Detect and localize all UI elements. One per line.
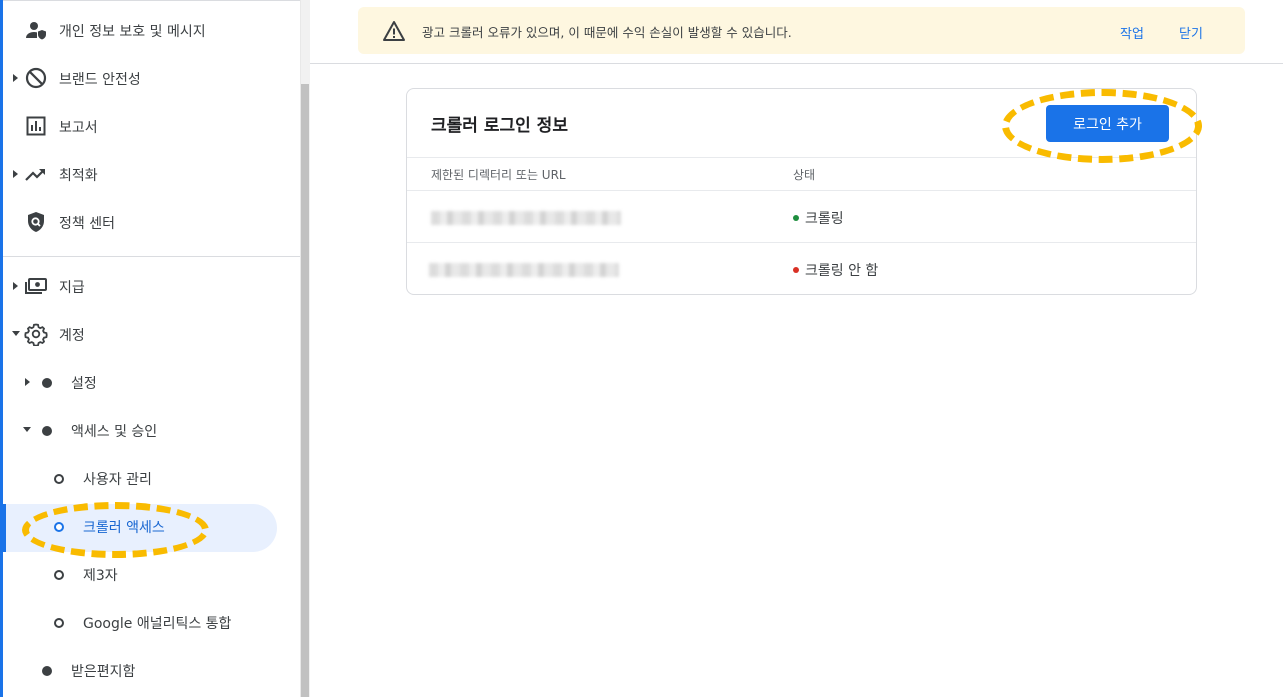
column-header-status: 상태 xyxy=(793,168,816,182)
status-cell: 크롤링 안 함 xyxy=(793,260,878,280)
warning-banner: 광고 크롤러 오류가 있으며, 이 때문에 수익 손실이 발생할 수 있습니다.… xyxy=(358,7,1245,54)
sidebar-top-divider xyxy=(3,0,300,1)
payments-icon xyxy=(24,274,48,298)
policy-shield-icon xyxy=(24,210,48,234)
status-label: 크롤링 xyxy=(805,211,844,227)
bullet-ring-icon xyxy=(54,474,64,484)
warning-icon xyxy=(382,19,406,43)
sidebar-item-inbox[interactable]: 받은편지함 xyxy=(3,646,300,694)
redacted-url xyxy=(431,211,621,225)
caret-right-icon[interactable] xyxy=(12,282,20,290)
table-row[interactable]: 크롤링 xyxy=(407,191,1196,243)
header-divider xyxy=(310,63,1283,64)
caret-down-icon[interactable] xyxy=(12,330,20,338)
card-title: 크롤러 로그인 정보 xyxy=(431,116,568,136)
sidebar-item-label: Google 애널리틱스 통합 xyxy=(83,616,232,632)
bullet-dot-icon xyxy=(42,378,52,388)
warning-action-link[interactable]: 작업 xyxy=(1120,23,1144,42)
sidebar-item-label: 최적화 xyxy=(59,168,98,184)
caret-right-icon[interactable] xyxy=(24,378,32,386)
status-cell: 크롤링 xyxy=(793,208,844,228)
sidebar-item-label: 계정 xyxy=(59,328,85,344)
sidebar-item-access-authorization[interactable]: 액세스 및 승인 xyxy=(3,406,300,454)
bullet-ring-icon xyxy=(54,618,64,628)
sidebar-item-payments[interactable]: 지급 xyxy=(3,262,300,310)
sidebar-divider xyxy=(3,256,300,257)
sidebar-item-label: 설정 xyxy=(71,376,97,392)
sidebar-item-label: 받은편지함 xyxy=(71,664,136,680)
sidebar-item-label: 제3자 xyxy=(83,568,118,584)
sidebar-item-user-management[interactable]: 사용자 관리 xyxy=(3,454,300,502)
bullet-dot-icon xyxy=(42,666,52,676)
sidebar-item-third-party[interactable]: 제3자 xyxy=(3,550,300,598)
status-dot-red-icon xyxy=(793,267,799,273)
gear-icon xyxy=(24,322,48,347)
sidebar-item-label: 보고서 xyxy=(59,120,98,136)
highlight-annotation xyxy=(1002,89,1202,163)
warning-close-link[interactable]: 닫기 xyxy=(1179,23,1203,42)
caret-right-icon[interactable] xyxy=(12,170,20,178)
highlight-annotation xyxy=(22,502,209,558)
sidebar-item-policy-center[interactable]: 정책 센터 xyxy=(3,198,300,246)
person-shield-icon xyxy=(24,18,48,42)
table-row[interactable]: 크롤링 안 함 xyxy=(407,243,1196,295)
sidebar-scrollbar-thumb[interactable] xyxy=(301,84,309,697)
sidebar-item-settings[interactable]: 설정 xyxy=(3,358,300,406)
column-header-url: 제한된 디렉터리 또는 URL xyxy=(431,168,566,182)
caret-right-icon[interactable] xyxy=(12,74,20,82)
sidebar: 개인 정보 보호 및 메시지 브랜드 안전성 보고서 최적화 정책 센터 지급 … xyxy=(0,0,300,697)
sidebar-item-brand-safety[interactable]: 브랜드 안전성 xyxy=(3,54,300,102)
sidebar-item-optimization[interactable]: 최적화 xyxy=(3,150,300,198)
sidebar-item-label: 개인 정보 보호 및 메시지 xyxy=(59,24,206,40)
block-icon xyxy=(24,66,48,90)
caret-down-icon[interactable] xyxy=(23,426,31,434)
sidebar-item-privacy-messaging[interactable]: 개인 정보 보호 및 메시지 xyxy=(3,6,300,54)
bullet-ring-icon xyxy=(54,570,64,580)
sidebar-item-label: 브랜드 안전성 xyxy=(59,72,141,88)
sidebar-item-label: 지급 xyxy=(59,280,85,296)
trending-up-icon xyxy=(24,162,48,186)
sidebar-item-label: 액세스 및 승인 xyxy=(71,424,158,440)
sidebar-item-account[interactable]: 계정 xyxy=(3,310,300,358)
status-dot-green-icon xyxy=(793,215,799,221)
bullet-dot-icon xyxy=(42,426,52,436)
status-label: 크롤링 안 함 xyxy=(805,263,879,279)
redacted-url xyxy=(429,263,619,277)
sidebar-item-reports[interactable]: 보고서 xyxy=(3,102,300,150)
sidebar-item-label: 정책 센터 xyxy=(59,216,115,232)
sidebar-item-label: 사용자 관리 xyxy=(83,472,152,488)
warning-message: 광고 크롤러 오류가 있으며, 이 때문에 수익 손실이 발생할 수 있습니다. xyxy=(422,25,792,40)
bar-chart-icon xyxy=(24,114,48,138)
sidebar-item-analytics-integration[interactable]: Google 애널리틱스 통합 xyxy=(3,598,300,646)
